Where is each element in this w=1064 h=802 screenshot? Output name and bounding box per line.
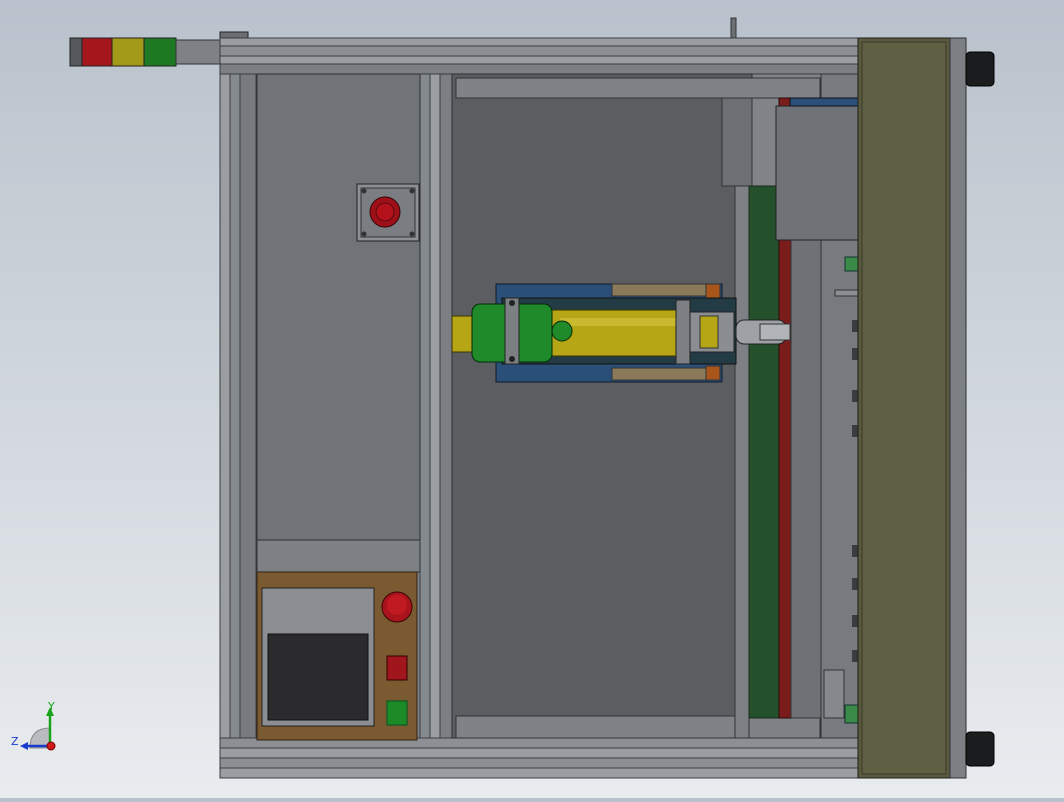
top-stud bbox=[730, 17, 737, 41]
control-box bbox=[256, 571, 418, 741]
left-cabinet-panel bbox=[256, 73, 421, 573]
machine-drawing: Y Z bbox=[11, 17, 995, 779]
foot-bottom bbox=[965, 731, 995, 767]
y-axis-label: Y bbox=[47, 700, 55, 713]
coordinate-triad: Y Z bbox=[11, 700, 56, 751]
x-axis-dot bbox=[46, 741, 56, 751]
signal-lamp-green bbox=[143, 37, 177, 67]
z-axis-arrow bbox=[20, 742, 28, 750]
green-push-button[interactable] bbox=[386, 700, 408, 726]
foot-top bbox=[965, 51, 995, 87]
signal-lamp-red bbox=[81, 37, 113, 67]
hmi-screen[interactable] bbox=[267, 633, 369, 721]
signal-lamp-yellow bbox=[111, 37, 145, 67]
z-axis-label: Z bbox=[11, 735, 19, 748]
right-outer-panel bbox=[857, 37, 995, 779]
cad-viewport[interactable]: Y Z bbox=[0, 0, 1064, 798]
red-push-button[interactable] bbox=[386, 655, 408, 681]
